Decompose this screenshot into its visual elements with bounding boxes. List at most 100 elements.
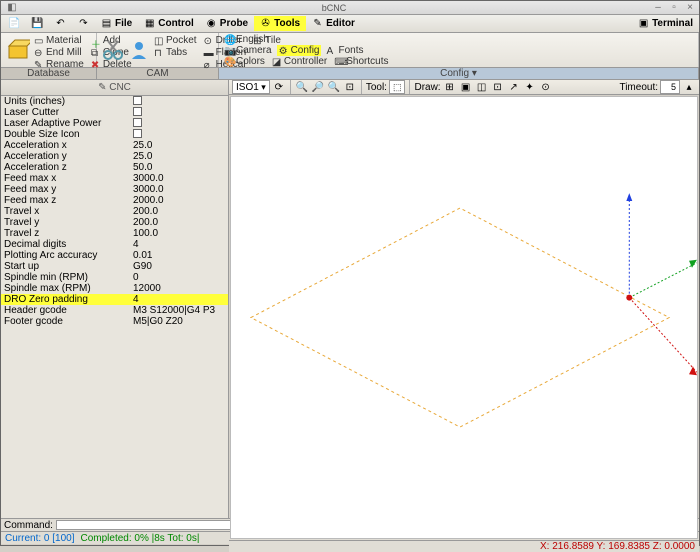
setting-value[interactable]: 0	[131, 272, 228, 283]
tab-control[interactable]: ▦Control	[138, 16, 200, 31]
zoom-sel-icon[interactable]: 🔍	[295, 80, 309, 94]
tab-terminal[interactable]: ▣Terminal	[632, 16, 699, 31]
draw-opt-5[interactable]: ↗	[507, 80, 521, 94]
setting-row[interactable]: Plotting Arc accuracy0.01	[1, 250, 228, 261]
setting-value[interactable]: 200.0	[131, 217, 228, 228]
setting-value[interactable]: M5|G0 Z20	[131, 316, 228, 327]
pocket-button[interactable]: ◫Pocket	[152, 35, 199, 46]
view-select[interactable]: ISO1 ▾	[232, 80, 270, 94]
setting-row[interactable]: Units (inches)	[1, 96, 228, 107]
key-icon: ⌨	[334, 57, 344, 67]
setting-value[interactable]: 3000.0	[131, 173, 228, 184]
canvas-viewport[interactable]	[230, 96, 698, 539]
setting-row[interactable]: Acceleration z50.0	[1, 162, 228, 173]
setting-row[interactable]: Travel z100.0	[1, 228, 228, 239]
minimize-button[interactable]: –	[651, 3, 665, 13]
tab-file[interactable]: ▤File	[95, 16, 138, 31]
section-config[interactable]: Config ▾	[219, 68, 699, 79]
camera-icon: 📷	[224, 46, 234, 56]
timeout-value[interactable]: 5	[660, 80, 680, 94]
tab-probe[interactable]: ◉Probe	[200, 16, 254, 31]
timeout-spinner[interactable]: ▴	[682, 80, 696, 94]
setting-value[interactable]: 4	[131, 239, 228, 250]
setting-key: Footer gcode	[1, 316, 131, 327]
setting-value[interactable]	[131, 129, 228, 141]
setting-value[interactable]: 4	[131, 294, 228, 305]
checkbox[interactable]	[133, 107, 142, 116]
checkbox[interactable]	[133, 118, 142, 127]
lang-button[interactable]: 🌐English	[222, 34, 271, 45]
draw-opt-2[interactable]: ▣	[459, 80, 473, 94]
maximize-button[interactable]: ▫	[667, 3, 681, 13]
stock-button[interactable]	[6, 36, 30, 64]
control-icon: ▦	[144, 18, 155, 29]
config-button[interactable]: ⚙Config	[277, 45, 322, 56]
draw-opt-4[interactable]: ⊡	[491, 80, 505, 94]
tabs-button[interactable]: ⊓Tabs	[152, 47, 199, 58]
setting-value[interactable]: 12000	[131, 283, 228, 294]
spin-button[interactable]: ⟳	[272, 80, 286, 94]
tab-editor[interactable]: ✎Editor	[306, 16, 361, 31]
setting-row[interactable]: Spindle max (RPM)12000	[1, 283, 228, 294]
setting-value[interactable]: 3000.0	[131, 184, 228, 195]
setting-row[interactable]: Acceleration x25.0	[1, 140, 228, 151]
profile-button[interactable]	[128, 36, 150, 64]
zoom-fit-icon[interactable]: ⊡	[343, 80, 357, 94]
zoom-in-icon[interactable]: 🔎	[311, 80, 325, 94]
setting-row[interactable]: Spindle min (RPM)0	[1, 272, 228, 283]
camera-button[interactable]: 📷Camera	[222, 45, 274, 56]
cut-button[interactable]	[102, 36, 124, 64]
setting-value[interactable]: 2000.0	[131, 195, 228, 206]
setting-value[interactable]: 200.0	[131, 206, 228, 217]
setting-value[interactable]: 50.0	[131, 162, 228, 173]
fonts-button[interactable]: AFonts	[324, 45, 365, 56]
setting-row[interactable]: Start upG90	[1, 261, 228, 272]
setting-key: Acceleration y	[1, 151, 131, 162]
setting-row[interactable]: DRO Zero padding4	[1, 294, 228, 305]
setting-row[interactable]: Double Size Icon	[1, 129, 228, 140]
qat-redo[interactable]: ↷	[72, 16, 95, 31]
setting-row[interactable]: Feed max x3000.0	[1, 173, 228, 184]
tab-tools[interactable]: ✇Tools	[254, 16, 306, 31]
setting-key: Feed max x	[1, 173, 131, 184]
palette-icon: 🎨	[224, 57, 234, 67]
setting-row[interactable]: Feed max z2000.0	[1, 195, 228, 206]
shortcuts-button[interactable]: ⌨Shortcuts	[332, 56, 390, 67]
close-button[interactable]: ×	[683, 3, 697, 13]
endmill-button[interactable]: ⊖End Mill	[32, 47, 86, 58]
setting-key: Acceleration z	[1, 162, 131, 173]
material-button[interactable]: ▭Material	[32, 35, 86, 46]
setting-row[interactable]: Laser Cutter	[1, 107, 228, 118]
setting-row[interactable]: Travel y200.0	[1, 217, 228, 228]
draw-opt-3[interactable]: ◫	[475, 80, 489, 94]
setting-row[interactable]: Feed max y3000.0	[1, 184, 228, 195]
font-icon: A	[326, 46, 336, 56]
setting-row[interactable]: Acceleration y25.0	[1, 151, 228, 162]
setting-key: Spindle min (RPM)	[1, 272, 131, 283]
setting-row[interactable]: Header gcodeM3 S12000|G4 P3	[1, 305, 228, 316]
setting-row[interactable]: Footer gcodeM5|G0 Z20	[1, 316, 228, 327]
draw-opt-1[interactable]: ⊞	[443, 80, 457, 94]
canvas-statusbar: X: 216.8589 Y: 169.8385 Z: 0.0000	[229, 540, 699, 552]
zoom-out-icon[interactable]: 🔍	[327, 80, 341, 94]
setting-value[interactable]: 100.0	[131, 228, 228, 239]
setting-value[interactable]: 25.0	[131, 151, 228, 162]
tool-select[interactable]: ⬚	[389, 80, 406, 94]
controller-button[interactable]: ◪Controller	[270, 56, 329, 67]
checkbox[interactable]	[133, 96, 142, 105]
qat-new[interactable]: 📄	[3, 16, 26, 31]
draw-opt-7[interactable]: ⊙	[539, 80, 553, 94]
draw-opt-6[interactable]: ✦	[523, 80, 537, 94]
checkbox[interactable]	[133, 129, 142, 138]
setting-row[interactable]: Decimal digits4	[1, 239, 228, 250]
setting-value[interactable]: M3 S12000|G4 P3	[131, 305, 228, 316]
window-title: bCNC	[19, 3, 649, 13]
setting-row[interactable]: Travel x200.0	[1, 206, 228, 217]
setting-value[interactable]: 25.0	[131, 140, 228, 151]
qat-undo[interactable]: ↶	[49, 16, 72, 31]
colors-button[interactable]: 🎨Colors	[222, 56, 267, 67]
qat-save[interactable]: 💾	[26, 16, 49, 31]
setting-row[interactable]: Laser Adaptive Power	[1, 118, 228, 129]
setting-value[interactable]: 0.01	[131, 250, 228, 261]
setting-value[interactable]: G90	[131, 261, 228, 272]
